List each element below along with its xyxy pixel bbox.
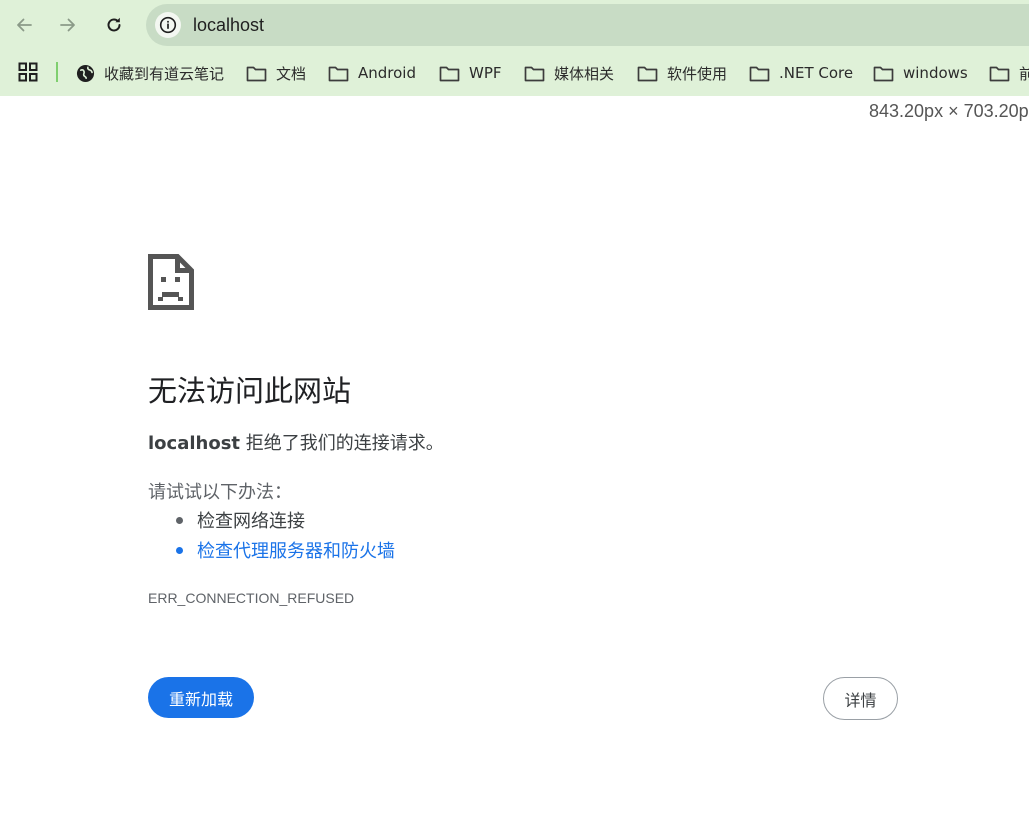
host-name: localhost	[148, 433, 241, 454]
bullet-icon	[176, 516, 183, 524]
bookmark-folder-android[interactable]: Android	[328, 50, 416, 96]
bookmarks-divider	[56, 62, 58, 82]
bookmark-folder-windows[interactable]: windows	[873, 50, 968, 96]
address-text: localhost	[193, 15, 265, 35]
site-info-button[interactable]	[155, 12, 181, 38]
folder-icon	[873, 66, 894, 81]
suggestion-text: 检查网络连接	[197, 511, 305, 532]
error-message: localhost 拒绝了我们的连接请求。	[148, 429, 444, 455]
bookmark-label: 收藏到有道云笔记	[104, 64, 225, 83]
folder-icon	[989, 66, 1010, 81]
suggestion-check-network: 检查网络连接	[176, 507, 305, 533]
viewport-size-readout: 843.20px × 703.20px	[869, 101, 1029, 121]
apps-grid-icon	[18, 62, 38, 82]
folder-icon	[637, 66, 658, 81]
bookmark-label: windows	[903, 64, 968, 82]
bullet-icon	[176, 546, 183, 554]
bookmark-folder-software[interactable]: 软件使用	[637, 50, 727, 96]
bookmark-folder-dotnet[interactable]: .NET Core	[749, 50, 853, 96]
folder-icon	[246, 66, 267, 81]
globe-icon	[76, 64, 95, 82]
address-bar[interactable]: localhost	[146, 4, 1029, 46]
bookmark-folder-docs[interactable]: 文档	[246, 50, 306, 96]
suggestion-link-text[interactable]: 检查代理服务器和防火墙	[197, 537, 395, 563]
bookmark-label: 前	[1019, 64, 1029, 83]
suggestion-check-proxy-link[interactable]: 检查代理服务器和防火墙	[176, 537, 395, 563]
bookmark-label: WPF	[469, 64, 502, 82]
back-button[interactable]	[9, 10, 39, 40]
apps-button[interactable]	[18, 62, 38, 86]
details-button[interactable]: 详情	[823, 677, 898, 720]
folder-icon	[328, 66, 349, 81]
bookmark-folder-wpf[interactable]: WPF	[439, 50, 502, 96]
forward-button[interactable]	[53, 10, 83, 40]
folder-icon	[439, 66, 460, 81]
arrow-right-icon	[60, 18, 75, 32]
suggestions-label: 请试试以下办法：	[148, 482, 292, 503]
bookmark-label: 软件使用	[667, 64, 728, 83]
browser-toolbar: localhost	[0, 0, 1029, 50]
folder-icon	[749, 66, 770, 81]
bookmark-label: .NET Core	[779, 64, 854, 82]
arrow-left-icon	[17, 18, 32, 32]
bookmark-folder-media[interactable]: 媒体相关	[524, 50, 614, 96]
page-title: 无法访问此网站	[148, 374, 352, 408]
bookmark-label: 文档	[276, 64, 307, 83]
bookmark-label: Android	[358, 64, 416, 82]
bookmark-label: 媒体相关	[554, 64, 615, 83]
reload-button[interactable]: 重新加载	[148, 677, 254, 718]
sad-page-icon	[148, 254, 194, 314]
bookmark-folder-more[interactable]: 前	[989, 50, 1029, 96]
refresh-icon	[107, 17, 121, 32]
error-message-text: 拒绝了我们的连接请求。	[240, 433, 444, 454]
bookmarks-bar: 收藏到有道云笔记 文档 Android WPF 媒体相关 软件使用 .NET C…	[0, 50, 1029, 96]
folder-icon	[524, 66, 545, 81]
error-code: ERR_CONNECTION_REFUSED	[148, 590, 355, 606]
bookmark-youdao[interactable]: 收藏到有道云笔记	[76, 50, 224, 96]
reload-page-button[interactable]	[99, 10, 129, 40]
info-icon	[159, 16, 177, 34]
